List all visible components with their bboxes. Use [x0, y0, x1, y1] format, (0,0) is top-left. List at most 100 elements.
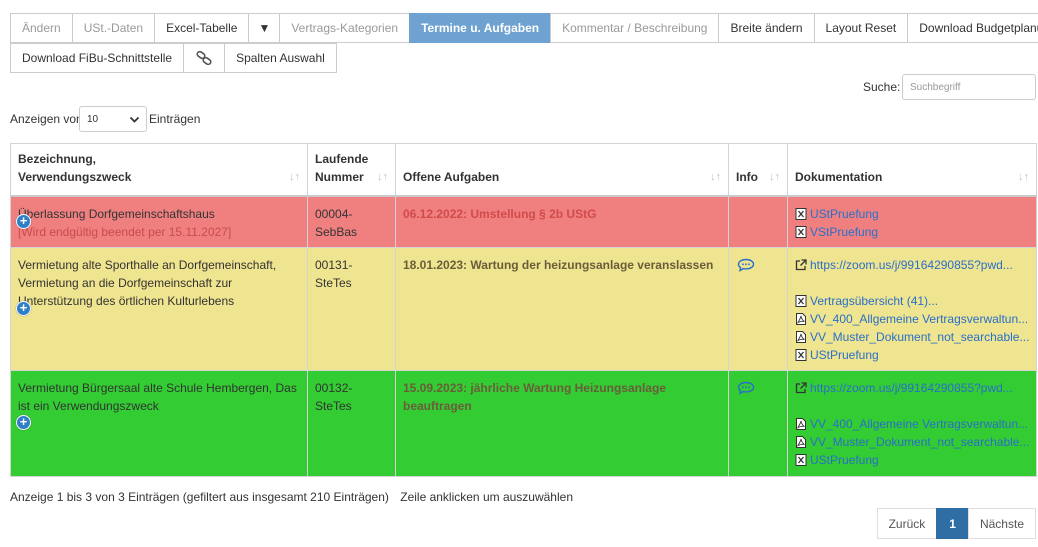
task-cell: 18.01.2023: Wartung der heizungsanlage v…	[395, 246, 729, 371]
contract-categories-button[interactable]: Vertrags-Kategorien	[279, 13, 411, 43]
download-fibu-button[interactable]: Download FiBu-Schnittstelle	[10, 43, 185, 73]
chevron-down-icon	[129, 116, 140, 123]
appointments-tasks-button[interactable]: Termine u. Aufgaben	[409, 13, 552, 43]
document-label: VV_Muster_Dokument_not_searchable...	[810, 329, 1029, 344]
description-cell: + Vermietung Bürgersaal alte Schule Hemb…	[10, 369, 308, 477]
excel-table-button[interactable]: Excel-Tabelle	[154, 13, 250, 43]
table-info: Anzeige 1 bis 3 von 3 Einträgen (gefilte…	[10, 490, 573, 504]
pdf-file-icon	[796, 417, 806, 430]
sort-icon: ↓↑	[289, 170, 300, 183]
excel-file-icon	[795, 294, 807, 307]
document-link[interactable]: VV_Muster_Dokument_not_searchable...	[795, 328, 1029, 346]
docs-cell: https://zoom.us/j/99164290855?pwd... Ver…	[787, 246, 1037, 371]
sort-icon: ↓↑	[769, 170, 780, 183]
page-length-select[interactable]: 10	[79, 106, 147, 132]
column-header-number[interactable]: Laufende Nummer ↓↑	[307, 143, 396, 197]
toolbar-row-1: Ändern USt.-Daten Excel-Tabelle ▼ Vertra…	[10, 13, 1038, 43]
next-page-button[interactable]: Nächste	[967, 508, 1036, 539]
docs-cell: UStPruefung VStPruefung	[787, 195, 1037, 248]
header-text: Bezeichnung,	[18, 151, 97, 166]
description-cell: + Überlassung Dorfgemeinschaftshaus [Wir…	[10, 195, 308, 248]
number-cell: 00132-SteTes	[307, 369, 396, 477]
expand-row-icon[interactable]: +	[16, 414, 31, 430]
row-title: Vermietung Bürgersaal alte Schule Hember…	[18, 380, 297, 413]
pagination: Zurück 1 Nächste	[876, 508, 1036, 539]
row-title: Überlassung Dorfgemeinschaftshaus	[18, 206, 215, 221]
info-cell	[728, 195, 788, 248]
document-link[interactable]: VV_400_Allgemeine Vertragsverwaltun...	[795, 415, 1029, 433]
previous-page-button[interactable]: Zurück	[876, 508, 938, 539]
task-cell: 06.12.2022: Umstellung § 2b UStG	[395, 195, 729, 248]
page-length-prefix: Anzeigen von	[10, 112, 83, 126]
page-length-suffix: Einträgen	[149, 112, 201, 126]
row-number: 00131-SteTes	[315, 257, 353, 290]
description-cell: + Vermietung alte Sporthalle an Dorfgeme…	[10, 246, 308, 371]
pdf-file-icon	[796, 330, 806, 343]
layout-reset-button[interactable]: Layout Reset	[813, 13, 909, 43]
header-text: Verwendungszweck	[18, 169, 132, 184]
document-label: UStPruefung	[810, 206, 879, 221]
expand-row-icon[interactable]: +	[16, 213, 31, 229]
edit-button[interactable]: Ändern	[10, 13, 73, 43]
header-text: Offene Aufgaben	[403, 169, 500, 184]
row-task: 18.01.2023: Wartung der heizungsanlage v…	[403, 257, 714, 272]
document-link[interactable]: UStPruefung	[795, 346, 1029, 364]
document-link[interactable]: VV_Muster_Dokument_not_searchable...	[795, 433, 1029, 451]
toolbar-row-2: Download FiBu-Schnittstelle Spalten Ausw…	[10, 43, 337, 73]
comment-description-button[interactable]: Kommentar / Beschreibung	[550, 13, 720, 43]
external-link-icon	[795, 381, 807, 393]
row-title: Vermietung alte Sporthalle an Dorfgemein…	[18, 257, 277, 308]
document-label: Vertragsübersicht (41)...	[810, 293, 939, 308]
link-icon	[196, 51, 212, 65]
change-width-button[interactable]: Breite ändern	[718, 13, 815, 43]
info-cell	[728, 369, 788, 477]
document-link[interactable]: UStPruefung	[795, 205, 1029, 223]
excel-file-icon	[795, 225, 807, 238]
document-label: https://zoom.us/j/99164290855?pwd...	[810, 257, 1013, 272]
excel-file-icon	[795, 207, 807, 220]
column-header-documentation[interactable]: Dokumentation ↓↑	[787, 143, 1037, 197]
docs-cell: https://zoom.us/j/99164290855?pwd... VV_…	[787, 369, 1037, 477]
info-cell	[728, 246, 788, 371]
sort-icon: ↓↑	[1018, 170, 1029, 183]
number-cell: 00004-SebBas	[307, 195, 396, 248]
comment-icon[interactable]	[737, 381, 755, 395]
comment-icon[interactable]	[737, 258, 755, 272]
document-link[interactable]: VV_400_Allgemeine Vertragsverwaltun...	[795, 310, 1029, 328]
sort-icon: ↓↑	[377, 170, 388, 183]
table-row[interactable]: + Vermietung Bürgersaal alte Schule Hemb…	[10, 369, 1037, 477]
document-label: VV_400_Allgemeine Vertragsverwaltun...	[810, 311, 1029, 326]
row-subtitle: [Wird endgültig beendet per 15.11.2027]	[18, 224, 232, 239]
pdf-file-icon	[796, 435, 806, 448]
document-link[interactable]: https://zoom.us/j/99164290855?pwd...	[795, 256, 1029, 274]
number-cell: 00131-SteTes	[307, 246, 396, 371]
document-link[interactable]: VStPruefung	[795, 223, 1029, 241]
search-label: Suche:	[863, 80, 901, 94]
vat-data-button[interactable]: USt.-Daten	[71, 13, 156, 43]
excel-dropdown-caret[interactable]: ▼	[248, 13, 281, 43]
table-row[interactable]: + Vermietung alte Sporthalle an Dorfgeme…	[10, 246, 1037, 371]
header-text: Laufende	[315, 151, 369, 166]
document-link[interactable]: https://zoom.us/j/99164290855?pwd...	[795, 379, 1029, 397]
document-label: VV_Muster_Dokument_not_searchable...	[810, 434, 1029, 449]
external-link-icon	[795, 258, 807, 270]
column-selection-button[interactable]: Spalten Auswahl	[224, 43, 337, 73]
table-row[interactable]: + Überlassung Dorfgemeinschaftshaus [Wir…	[10, 195, 1037, 248]
expand-row-icon[interactable]: +	[16, 300, 31, 316]
excel-file-icon	[795, 453, 807, 466]
excel-file-icon	[795, 348, 807, 361]
column-header-description[interactable]: Bezeichnung, Verwendungszweck ↓↑	[10, 143, 308, 197]
download-budget-button[interactable]: Download Budgetplanung	[907, 13, 1038, 43]
select-hint: Zeile anklicken um auszuwählen	[400, 490, 573, 504]
column-header-info[interactable]: Info ↓↑	[728, 143, 788, 197]
document-link[interactable]: Vertragsübersicht (41)...	[795, 292, 1029, 310]
row-number: 00004-SebBas	[315, 206, 358, 239]
search-input[interactable]	[902, 74, 1036, 100]
document-link[interactable]: UStPruefung	[795, 451, 1029, 469]
sort-icon: ↓↑	[710, 170, 721, 183]
contracts-table: Bezeichnung, Verwendungszweck ↓↑ Laufend…	[10, 143, 1037, 477]
document-label: UStPruefung	[810, 347, 879, 362]
link-button[interactable]	[183, 43, 226, 73]
page-1-button[interactable]: 1	[936, 508, 969, 539]
column-header-open-tasks[interactable]: Offene Aufgaben ↓↑	[395, 143, 729, 197]
